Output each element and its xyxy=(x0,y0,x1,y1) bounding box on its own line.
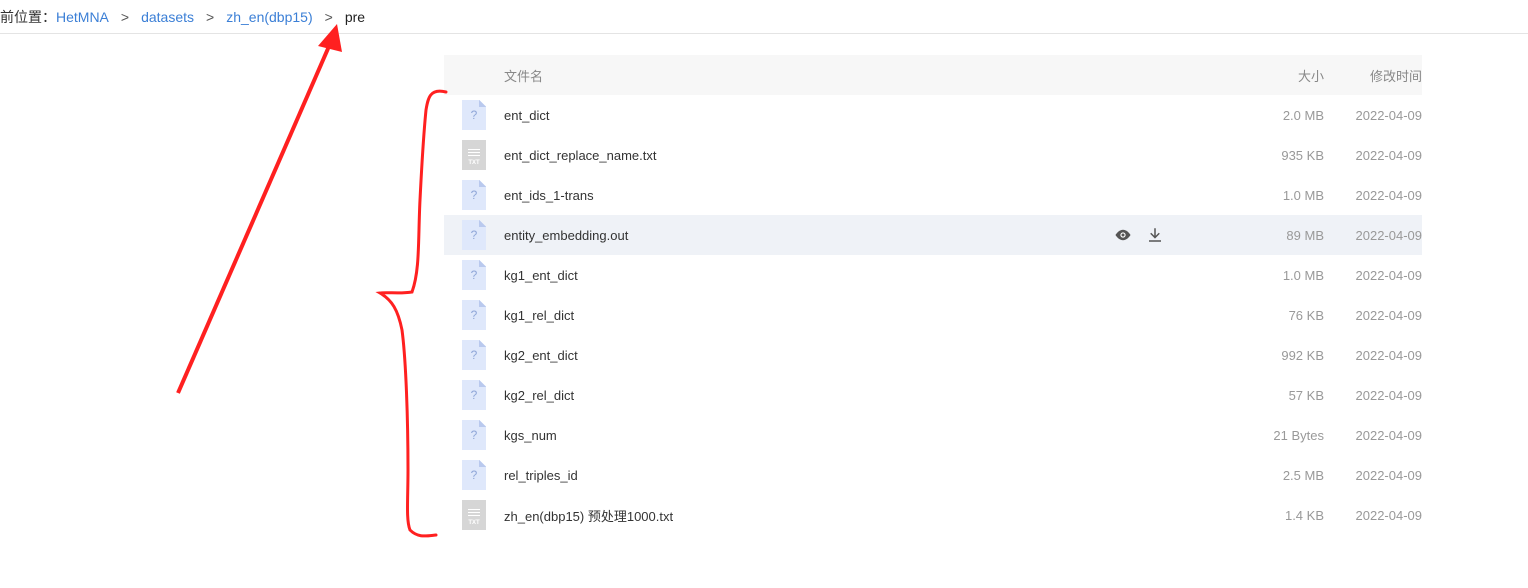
header-name[interactable]: 文件名 xyxy=(504,66,1104,85)
file-table: 文件名 大小 修改时间 ? ent_dict 2.0 MB 2022-04-09 TXT… xyxy=(444,55,1422,535)
file-size: 76 KB xyxy=(1288,307,1324,323)
file-size: 21 Bytes xyxy=(1273,427,1324,443)
table-row[interactable]: ? kg2_ent_dict 992 KB 2022-04-09 xyxy=(444,335,1422,375)
file-name[interactable]: kg2_rel_dict xyxy=(504,388,1104,403)
file-list: ? ent_dict 2.0 MB 2022-04-09 TXT ent_dict_rep… xyxy=(444,95,1422,535)
unknown-file-icon: ? xyxy=(462,180,486,210)
unknown-file-icon: ? xyxy=(462,220,486,250)
file-name[interactable]: ent_dict_replace_name.txt xyxy=(504,148,1104,163)
unknown-file-icon: ? xyxy=(462,380,486,410)
table-row[interactable]: ? ent_dict 2.0 MB 2022-04-09 xyxy=(444,95,1422,135)
download-icon[interactable] xyxy=(1146,226,1164,244)
file-name[interactable]: rel_triples_id xyxy=(504,468,1104,483)
breadcrumb-separator: > xyxy=(324,8,333,25)
file-modified-date: 2022-04-09 xyxy=(1355,467,1423,483)
row-actions xyxy=(1104,226,1234,244)
file-modified-date: 2022-04-09 xyxy=(1355,507,1423,523)
file-size: 2.0 MB xyxy=(1282,107,1324,123)
breadcrumb-current: pre xyxy=(344,8,366,25)
file-name[interactable]: kg1_ent_dict xyxy=(504,268,1104,283)
breadcrumb-link-datasets[interactable]: datasets xyxy=(141,9,194,25)
file-name[interactable]: entity_embedding.out xyxy=(504,228,1104,243)
file-modified-date: 2022-04-09 xyxy=(1355,147,1423,163)
txt-file-icon: TXT xyxy=(462,500,486,530)
breadcrumb-separator: > xyxy=(120,8,130,25)
table-row[interactable]: TXT zh_en(dbp15) 预处理1000.txt 1.4 KB 2022-04… xyxy=(444,495,1422,535)
file-name[interactable]: zh_en(dbp15) 预处理1000.txt xyxy=(504,506,1104,525)
file-modified-date: 2022-04-09 xyxy=(1355,347,1423,363)
header-modified[interactable]: 修改时间 xyxy=(1324,66,1422,85)
file-modified-date: 2022-04-09 xyxy=(1355,307,1423,323)
preview-eye-icon[interactable] xyxy=(1114,226,1132,244)
file-size: 1.4 KB xyxy=(1284,507,1324,523)
breadcrumb-link-hetmna[interactable]: HetMNA xyxy=(56,9,109,25)
table-row[interactable]: ? kg1_ent_dict 1.0 MB 2022-04-09 xyxy=(444,255,1422,295)
unknown-file-icon: ? xyxy=(462,460,486,490)
file-modified-date: 2022-04-09 xyxy=(1355,267,1423,283)
file-name[interactable]: kg2_ent_dict xyxy=(504,348,1104,363)
file-name[interactable]: ent_dict xyxy=(504,108,1104,123)
annotation-brace xyxy=(375,89,448,538)
table-header: 文件名 大小 修改时间 xyxy=(444,55,1422,95)
file-name[interactable]: kgs_num xyxy=(504,428,1104,443)
file-size: 1.0 MB xyxy=(1282,267,1324,283)
table-row[interactable]: ? kg2_rel_dict 57 KB 2022-04-09 xyxy=(444,375,1422,415)
table-row[interactable]: ? entity_embedding.out 89 MB 2022-04-09 xyxy=(444,215,1422,255)
header-size[interactable]: 大小 xyxy=(1234,66,1324,85)
file-modified-date: 2022-04-09 xyxy=(1355,387,1423,403)
file-modified-date: 2022-04-09 xyxy=(1355,187,1423,203)
table-row[interactable]: ? rel_triples_id 2.5 MB 2022-04-09 xyxy=(444,455,1422,495)
table-row[interactable]: ? kgs_num 21 Bytes 2022-04-09 xyxy=(444,415,1422,455)
file-size: 2.5 MB xyxy=(1282,467,1324,483)
table-row[interactable]: TXT ent_dict_replace_name.txt 935 KB 2022-0… xyxy=(444,135,1422,175)
unknown-file-icon: ? xyxy=(462,300,486,330)
file-modified-date: 2022-04-09 xyxy=(1355,227,1423,243)
file-modified-date: 2022-04-09 xyxy=(1355,427,1423,443)
file-size: 992 KB xyxy=(1281,347,1324,363)
unknown-file-icon: ? xyxy=(462,420,486,450)
annotation-arrow-line xyxy=(176,43,332,394)
file-modified-date: 2022-04-09 xyxy=(1355,107,1423,123)
breadcrumb-prefix: 当前位置： xyxy=(0,8,56,25)
table-row[interactable]: ? ent_ids_1-trans 1.0 MB 2022-04-09 xyxy=(444,175,1422,215)
file-name[interactable]: ent_ids_1-trans xyxy=(504,188,1104,203)
file-size: 89 MB xyxy=(1286,227,1324,243)
breadcrumb: 当前位置： HetMNA > datasets > zh_en(dbp15) >… xyxy=(0,0,1528,34)
unknown-file-icon: ? xyxy=(462,340,486,370)
unknown-file-icon: ? xyxy=(462,260,486,290)
breadcrumb-link-zh-en[interactable]: zh_en(dbp15) xyxy=(226,9,312,25)
file-name[interactable]: kg1_rel_dict xyxy=(504,308,1104,323)
unknown-file-icon: ? xyxy=(462,100,486,130)
breadcrumb-separator: > xyxy=(206,8,215,25)
table-row[interactable]: ? kg1_rel_dict 76 KB 2022-04-09 xyxy=(444,295,1422,335)
file-size: 57 KB xyxy=(1288,387,1324,403)
file-size: 1.0 MB xyxy=(1282,187,1324,203)
txt-file-icon: TXT xyxy=(462,140,486,170)
file-size: 935 KB xyxy=(1281,147,1324,163)
